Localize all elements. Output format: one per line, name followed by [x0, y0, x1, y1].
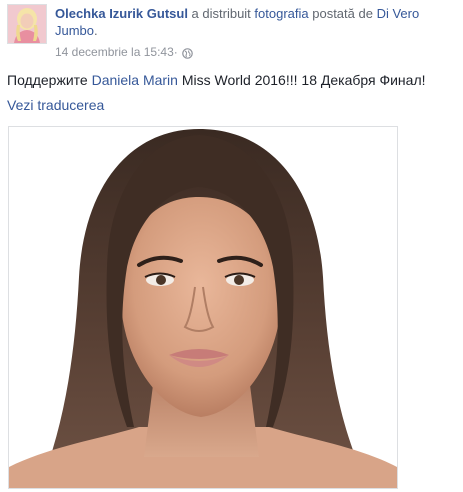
message-prefix: Поддержите	[7, 72, 92, 88]
post-photo[interactable]	[8, 126, 398, 489]
author-name-link[interactable]: Olechka Izurik Gutsul	[55, 6, 188, 21]
see-translation-link[interactable]: Vezi traducerea	[7, 96, 104, 115]
post-meta: 14 decembrie la 15:43 ·	[55, 44, 193, 60]
shared-photo-link[interactable]: fotografia	[254, 6, 308, 21]
meta-separator: ·	[173, 45, 178, 59]
tagged-person-link[interactable]: Daniela Marin	[92, 72, 178, 88]
shared-text: a distribuit	[187, 6, 255, 21]
post-header: Olechka Izurik Gutsul a distribuit fotog…	[55, 5, 455, 39]
shared-post: Olechka Izurik Gutsul a distribuit fotog…	[0, 0, 463, 492]
avatar-image	[8, 5, 46, 43]
posted-by-text: postată de	[308, 6, 377, 21]
portrait-image	[9, 127, 397, 488]
post-message: Поддержите Daniela Marin Miss World 2016…	[7, 71, 457, 90]
author-avatar[interactable]	[7, 4, 47, 44]
message-suffix: Miss World 2016!!! 18 Декабря Финал!	[177, 72, 426, 88]
post-timestamp[interactable]: 14 decembrie la 15:43	[55, 44, 174, 60]
header-period: .	[94, 23, 98, 38]
globe-icon[interactable]	[181, 47, 193, 59]
